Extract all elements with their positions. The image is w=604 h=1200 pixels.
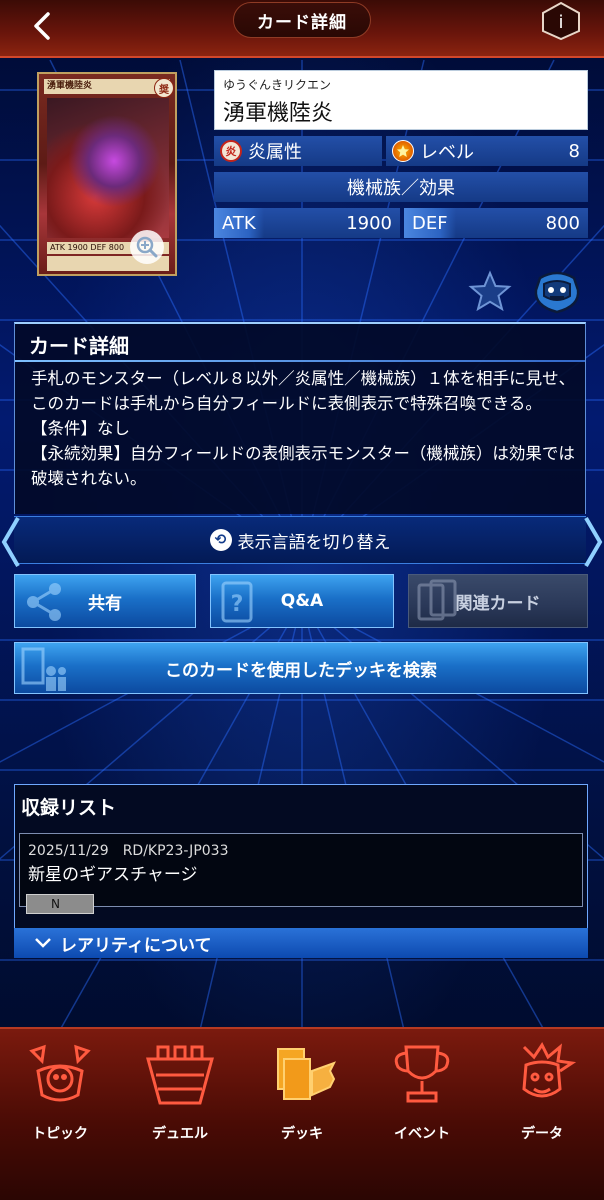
- def-row: DEF 800: [404, 208, 588, 238]
- svg-text:?: ?: [231, 592, 244, 617]
- share-button[interactable]: 共有: [14, 574, 196, 628]
- deck-icon: [277, 1048, 337, 1100]
- nav-data[interactable]: データ: [492, 1041, 592, 1151]
- deck-search-button[interactable]: このカードを使用したデッキを検索: [14, 642, 588, 694]
- record-pack-name: 新星のギアスチャージ: [28, 865, 198, 885]
- info-icon: i: [542, 1, 580, 41]
- def-value: 800: [545, 212, 580, 234]
- related-cards-icon: [417, 579, 457, 621]
- level-value: 8: [568, 140, 580, 162]
- card-effect-text: 手札のモンスター（レベル８以外／炎属性／機械族）１体を相手に見せ、このカードは手…: [31, 369, 576, 488]
- favorite-star-button[interactable]: [468, 270, 512, 312]
- rarity-badge: N: [26, 894, 94, 914]
- rarity-info-label: レアリティについて: [60, 935, 212, 956]
- atk-row: ATK 1900: [214, 208, 400, 238]
- attribute-row: 炎 炎属性: [214, 136, 382, 166]
- chevron-left-icon: [1, 516, 20, 568]
- type-value: 機械族／効果: [347, 178, 455, 199]
- info-button[interactable]: i: [539, 1, 583, 41]
- topic-icon: [29, 1044, 91, 1102]
- page-title: カード詳細: [233, 2, 371, 38]
- language-toggle-label: 表示言語を切り替え: [237, 532, 391, 553]
- nav-data-label: データ: [521, 1126, 563, 1142]
- chevron-down-icon: [35, 938, 51, 948]
- data-icon: [522, 1042, 577, 1098]
- card-detail-panel: カード詳細 手札のモンスター（レベル８以外／炎属性／機械族）１体を相手に見せ、こ…: [14, 322, 586, 514]
- card-artwork: [47, 98, 169, 238]
- related-cards-button[interactable]: 関連カード: [408, 574, 588, 628]
- star-icon: [468, 270, 512, 312]
- def-label: DEF: [404, 208, 456, 238]
- level-star-icon: [392, 140, 414, 162]
- nav-duel[interactable]: デュエル: [130, 1041, 230, 1151]
- next-card-arrow[interactable]: [582, 514, 604, 570]
- nav-deck[interactable]: デッキ: [252, 1041, 352, 1151]
- list-item[interactable]: 2025/11/29 RD/KP23-JP033 新星のギアスチャージ: [19, 833, 583, 907]
- card-name-box: ゆうぐんきリクエン 湧軍機陸炎: [214, 70, 588, 130]
- nav-topic-label: トピック: [32, 1126, 88, 1142]
- language-toggle-button[interactable]: ⟲ 表示言語を切り替え: [14, 516, 586, 564]
- nav-duel-label: デュエル: [152, 1126, 208, 1142]
- zoom-button[interactable]: [130, 230, 164, 264]
- bottom-navigation: トピック デュエル デッキ イベント データ: [0, 1027, 604, 1200]
- card-name: 湧軍機陸炎: [223, 101, 334, 126]
- chevron-left-icon: [34, 12, 50, 40]
- nav-topic[interactable]: トピック: [10, 1041, 110, 1151]
- card-image-name: 湧軍機陸炎: [44, 79, 170, 94]
- fire-attribute-icon: 炎: [220, 140, 242, 162]
- deck-search-label: このカードを使用したデッキを検索: [165, 660, 437, 681]
- duel-icon: [146, 1045, 214, 1105]
- qa-button[interactable]: ? Q&A: [210, 574, 394, 628]
- nav-event-label: イベント: [394, 1126, 450, 1142]
- chevron-right-icon: [584, 516, 603, 568]
- svg-text:i: i: [558, 12, 563, 33]
- rarity-info-button[interactable]: レアリティについて: [14, 928, 588, 958]
- related-cards-label: 関連カード: [455, 593, 541, 614]
- level-label: レベル: [420, 142, 474, 163]
- heading-divider: [15, 360, 585, 362]
- previous-card-arrow[interactable]: [0, 514, 22, 570]
- card-dex-button[interactable]: [530, 266, 584, 314]
- share-label: 共有: [88, 593, 122, 614]
- qa-card-icon: ?: [221, 581, 253, 623]
- card-rarity-badge: 奨: [154, 78, 174, 98]
- top-header: カード詳細 i: [0, 0, 604, 58]
- share-icon: [27, 583, 61, 621]
- language-switch-icon: ⟲: [209, 529, 232, 551]
- record-meta: 2025/11/29 RD/KP23-JP033: [28, 843, 229, 859]
- nav-deck-label: デッキ: [281, 1126, 323, 1142]
- level-row: レベル 8: [386, 136, 588, 166]
- nav-event[interactable]: イベント: [372, 1041, 472, 1151]
- record-list-heading: 収録リスト: [21, 797, 117, 819]
- type-row: 機械族／効果: [214, 172, 588, 202]
- atk-label: ATK: [214, 208, 264, 238]
- event-trophy-icon: [394, 1045, 450, 1103]
- deck-users-icon: [21, 647, 66, 691]
- card-detail-heading: カード詳細: [29, 334, 129, 358]
- qa-label: Q&A: [280, 591, 324, 611]
- attribute-value: 炎属性: [248, 142, 302, 163]
- back-button[interactable]: [22, 6, 62, 46]
- atk-value: 1900: [346, 212, 392, 234]
- monster-face-icon: [534, 271, 580, 314]
- zoom-icon: [136, 236, 158, 258]
- card-reading: ゆうぐんきリクエン: [223, 78, 332, 92]
